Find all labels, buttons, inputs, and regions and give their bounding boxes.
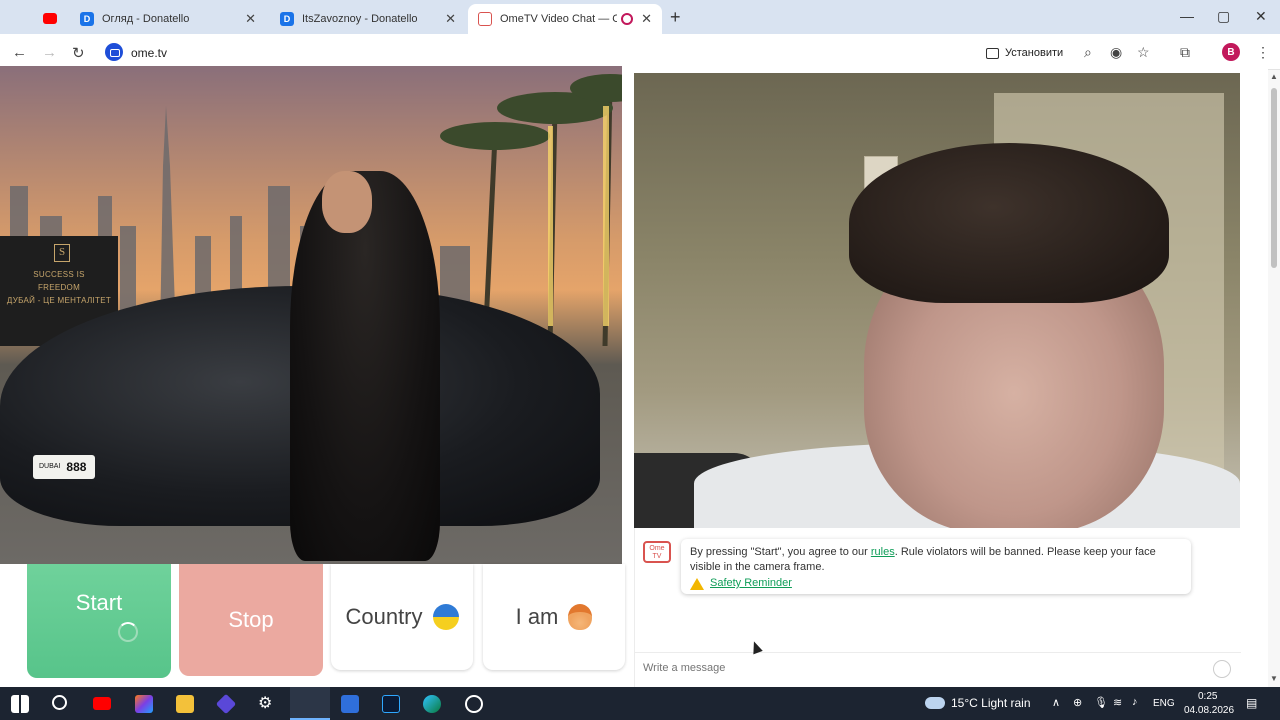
- close-icon[interactable]: ✕: [245, 11, 256, 27]
- eye-off-icon[interactable]: ◉: [1110, 44, 1122, 61]
- cloud-rain-icon: [925, 697, 945, 709]
- stranger-video: S SUCCESS IS FREEDOM ДУБАЙ - ЦЕ МЕНТАЛІТ…: [0, 66, 622, 564]
- stop-button[interactable]: Stop: [179, 564, 323, 676]
- microphone-icon[interactable]: 🎙: [1094, 696, 1108, 709]
- photoshop-icon[interactable]: [382, 695, 400, 713]
- sign-line: SUCCESS IS: [33, 270, 85, 279]
- minimize-icon[interactable]: —: [1180, 8, 1194, 24]
- tab-2[interactable]: OmeTV Video Chat — Ome ✕: [468, 4, 662, 34]
- recording-icon: [621, 13, 634, 25]
- chevron-up-icon[interactable]: ∧: [1052, 696, 1060, 709]
- ometv-logo-icon: Ome TV: [643, 541, 671, 563]
- back-icon[interactable]: ←: [12, 44, 27, 61]
- ukraine-flag-icon: [432, 604, 459, 630]
- system-message: By pressing "Start", you agree to our ru…: [681, 539, 1191, 594]
- start-button[interactable]: Start: [27, 564, 171, 678]
- tab-title: Огляд - Donatello: [102, 13, 190, 25]
- donatello-icon: D: [280, 12, 294, 26]
- install-icon: [986, 47, 999, 59]
- iam-label: I am: [515, 604, 559, 629]
- gender-button[interactable]: I am: [483, 564, 625, 670]
- notice-prefix: By pressing "Start", you agree to our: [690, 546, 871, 558]
- active-app-indicator: [290, 687, 330, 720]
- loading-spinner-icon: [118, 622, 138, 642]
- clock-time[interactable]: 0:25: [1198, 691, 1217, 702]
- sign-logo: S: [54, 244, 70, 262]
- clock-date[interactable]: 04.08.2026: [1184, 705, 1234, 716]
- hair: [849, 143, 1169, 303]
- ometv-icon: [478, 12, 492, 26]
- windows-taskbar: ⚙ 15°C Light rain ∧ ⊕ 🎙 ≋ ♪ ENG 0:25 04.…: [0, 687, 1280, 720]
- zoom-icon[interactable]: ⌕: [1084, 44, 1092, 61]
- site-icon[interactable]: [105, 43, 123, 61]
- copilot-icon[interactable]: [135, 695, 153, 713]
- menu-icon[interactable]: ⋮: [1256, 44, 1270, 61]
- browser-tab-strip: D Огляд - Donatello ✕ D ItsZavoznoy - Do…: [0, 0, 1280, 34]
- scroll-thumb[interactable]: [1271, 88, 1277, 268]
- wifi-icon[interactable]: ≋: [1113, 696, 1122, 709]
- close-window-icon[interactable]: ✕: [1255, 8, 1267, 25]
- country-button[interactable]: Country: [331, 564, 473, 670]
- start-label: Start: [75, 590, 123, 615]
- install-label: Установити: [1005, 47, 1064, 59]
- ometv-page: S SUCCESS IS FREEDOM ДУБАЙ - ЦЕ МЕНТАЛІТ…: [0, 66, 1268, 687]
- reload-icon[interactable]: ↻: [72, 44, 85, 62]
- sign-line: ДУБАЙ - ЦЕ МЕНТАЛІТЕТ: [6, 296, 112, 305]
- country-label: Country: [345, 604, 423, 629]
- person-body: [290, 171, 440, 561]
- scroll-up-icon[interactable]: ▲: [1270, 72, 1278, 81]
- close-icon[interactable]: ✕: [445, 11, 456, 27]
- stop-label: Stop: [228, 607, 274, 632]
- edge-icon[interactable]: [423, 695, 441, 713]
- donatello-icon: D: [80, 12, 94, 26]
- plate-region: DUBAI: [39, 463, 61, 470]
- warning-icon: [690, 577, 704, 590]
- install-app-button[interactable]: Установити: [986, 43, 1063, 63]
- emoji-icon[interactable]: [1213, 660, 1231, 678]
- message-input[interactable]: [643, 662, 1183, 674]
- tab-1[interactable]: D ItsZavoznoy - Donatello ✕: [270, 4, 466, 34]
- message-bar: [635, 652, 1241, 687]
- settings-icon[interactable]: ⚙: [258, 695, 276, 713]
- notifications-icon[interactable]: ▤: [1246, 696, 1257, 710]
- rules-link[interactable]: rules: [871, 546, 895, 558]
- self-camera-video: [634, 73, 1240, 528]
- plate-number: 888: [66, 460, 87, 474]
- scroll-down-icon[interactable]: ▼: [1270, 674, 1278, 683]
- network-icon[interactable]: ⊕: [1073, 696, 1082, 709]
- star-icon[interactable]: ☆: [1137, 44, 1150, 61]
- volume-icon[interactable]: ♪: [1132, 696, 1138, 708]
- tab-0[interactable]: D Огляд - Donatello ✕: [34, 4, 266, 34]
- close-icon[interactable]: ✕: [641, 11, 652, 27]
- youtube-icon[interactable]: [93, 697, 111, 710]
- page-scrollbar[interactable]: ▲ ▼: [1268, 70, 1280, 687]
- profile-avatar[interactable]: B: [1222, 43, 1240, 61]
- search-icon[interactable]: [52, 695, 67, 710]
- tab-title: OmeTV Video Chat — Ome: [500, 13, 618, 25]
- license-plate: DUBAI 888: [33, 455, 95, 479]
- chat-panel: Ome TV By pressing "Start", you agree to…: [634, 528, 1241, 687]
- maximize-icon[interactable]: ▢: [1217, 8, 1230, 25]
- windows-start-icon[interactable]: [11, 695, 29, 713]
- address-bar[interactable]: ome.tv: [131, 46, 167, 60]
- forward-icon[interactable]: →: [42, 44, 57, 61]
- boy-emoji-icon: [568, 604, 593, 630]
- app-icon[interactable]: [215, 693, 237, 715]
- tab-title: ItsZavoznoy - Donatello: [302, 13, 418, 25]
- language-indicator[interactable]: ENG: [1153, 698, 1175, 709]
- weather-text[interactable]: 15°C Light rain: [951, 696, 1031, 710]
- extensions-icon[interactable]: ⧉: [1180, 44, 1190, 61]
- outlook-icon[interactable]: [341, 695, 359, 713]
- chatgpt-icon[interactable]: [465, 695, 483, 713]
- sign-line: FREEDOM: [37, 283, 81, 292]
- safety-row: Safety Reminder: [690, 576, 1182, 591]
- new-tab-button[interactable]: +: [670, 7, 681, 28]
- file-explorer-icon[interactable]: [176, 695, 194, 713]
- person-head: [322, 171, 372, 233]
- safety-reminder-link[interactable]: Safety Reminder: [710, 576, 792, 591]
- youtube-icon[interactable]: [43, 13, 57, 24]
